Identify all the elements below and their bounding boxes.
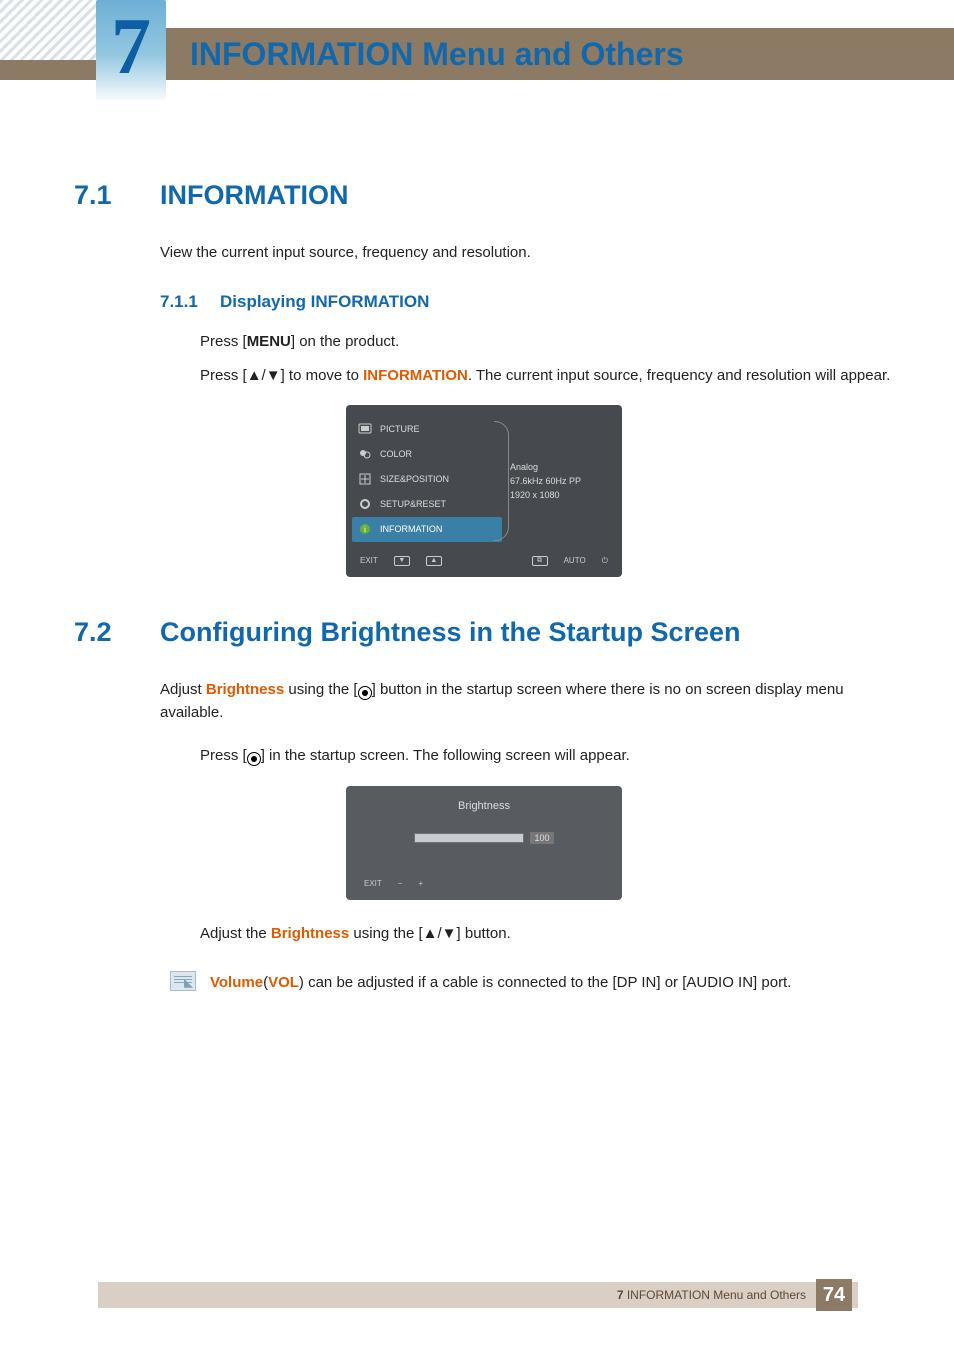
section-number: 7.2 bbox=[74, 617, 160, 648]
osd-menu-item: SIZE&POSITION bbox=[352, 467, 502, 492]
osd-menu-list: PICTURE COLOR SIZE&POSITION SETUP&RESET … bbox=[352, 411, 502, 542]
size-position-icon bbox=[356, 472, 374, 486]
step-1: Press [MENU] on the product. bbox=[200, 330, 894, 353]
osd-menu-item: COLOR bbox=[352, 442, 502, 467]
subsection-number: 7.1.1 bbox=[160, 292, 220, 312]
step-adjust: Adjust the Brightness using the [▲/▼] bu… bbox=[200, 922, 894, 945]
note-icon bbox=[170, 971, 196, 991]
osd-information-screenshot: PICTURE COLOR SIZE&POSITION SETUP&RESET … bbox=[346, 405, 622, 577]
power-icon: ⏻ bbox=[602, 556, 608, 566]
chapter-number: 7 bbox=[96, 0, 166, 95]
source-icon: ⧉ bbox=[532, 556, 548, 566]
osd2-footer: EXIT − + bbox=[360, 874, 608, 894]
section-number: 7.1 bbox=[74, 180, 160, 211]
page-footer: 7 INFORMATION Menu and Others 74 bbox=[98, 1282, 858, 1308]
section-7-1-intro: View the current input source, frequency… bbox=[160, 241, 894, 264]
osd-brightness-screenshot: Brightness 100 EXIT − + bbox=[346, 786, 622, 900]
plus-icon: + bbox=[418, 879, 423, 888]
section-7-2-heading: 7.2 Configuring Brightness in the Startu… bbox=[74, 617, 894, 648]
chapter-title: INFORMATION Menu and Others bbox=[190, 36, 684, 73]
section-title: INFORMATION bbox=[160, 180, 348, 211]
brightness-bar bbox=[414, 833, 524, 843]
osd-menu-item: SETUP&RESET bbox=[352, 492, 502, 517]
step-2: Press [▲/▼] to move to INFORMATION. The … bbox=[200, 364, 894, 387]
section-title: Configuring Brightness in the Startup Sc… bbox=[160, 617, 741, 648]
subsection-title: Displaying INFORMATION bbox=[220, 292, 429, 311]
osd-brightness-title: Brightness bbox=[360, 800, 608, 812]
settings-icon bbox=[356, 497, 374, 511]
osd-footer: EXIT ▼ ▲ ⧉ AUTO ⏻ bbox=[352, 551, 616, 571]
step-brightness: Press [] in the startup screen. The foll… bbox=[200, 744, 894, 767]
up-icon: ▲ bbox=[426, 556, 442, 566]
note: Volume(VOL) can be adjusted if a cable i… bbox=[170, 971, 894, 994]
color-icon bbox=[356, 447, 374, 461]
brightness-value: 100 bbox=[530, 832, 553, 844]
osd-menu-item-selected: iINFORMATION bbox=[352, 517, 502, 542]
jog-button-icon bbox=[358, 686, 372, 700]
footer-text: 7 INFORMATION Menu and Others bbox=[617, 1288, 806, 1302]
osd-menu-item: PICTURE bbox=[352, 417, 502, 442]
minus-icon: − bbox=[398, 879, 403, 888]
down-icon: ▼ bbox=[394, 556, 410, 566]
page-number: 74 bbox=[816, 1279, 852, 1311]
info-icon: i bbox=[356, 522, 374, 536]
picture-icon bbox=[356, 422, 374, 436]
osd-info-panel: Analog 67.6kHz 60Hz PP 1920 x 1080 bbox=[502, 411, 616, 551]
jog-button-icon bbox=[247, 752, 261, 766]
section-7-2-intro: Adjust Brightness using the [] button in… bbox=[160, 678, 894, 725]
section-7-1-heading: 7.1 INFORMATION bbox=[74, 180, 894, 211]
subsection-7-1-1-heading: 7.1.1Displaying INFORMATION bbox=[160, 292, 894, 312]
